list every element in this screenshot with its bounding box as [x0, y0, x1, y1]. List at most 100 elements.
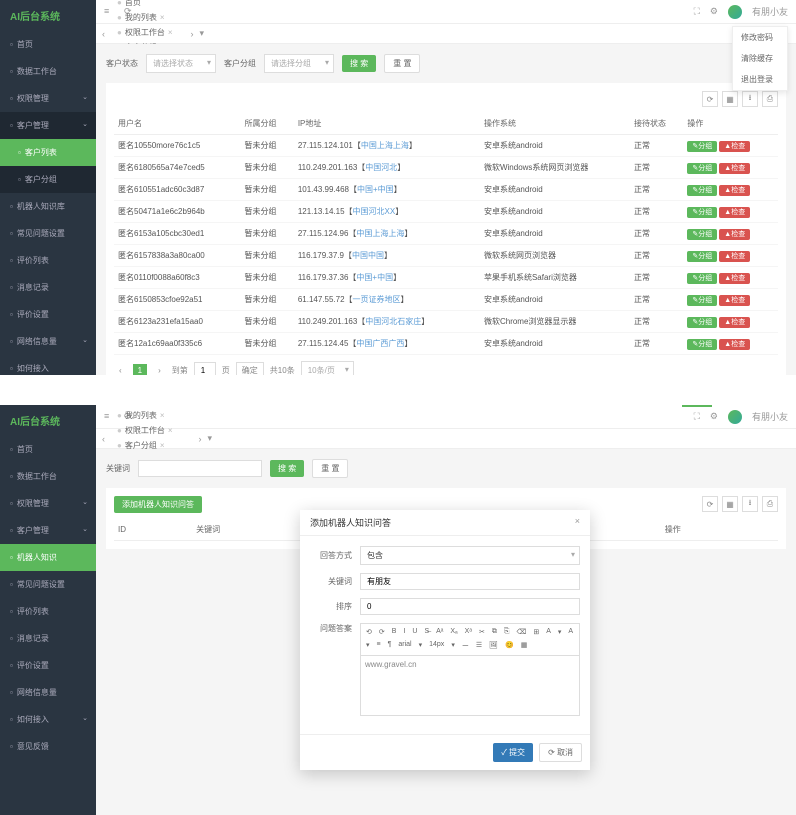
editor-tool-icon[interactable]: ⌫ — [514, 627, 528, 637]
tab[interactable]: ●我的列表 × — [111, 10, 179, 25]
check-button[interactable]: ▲检查 — [719, 185, 750, 196]
sidebar-item[interactable]: ▫客户管理⌄ — [0, 517, 96, 544]
search-button[interactable]: 搜 索 — [270, 460, 304, 477]
tab-next-icon[interactable]: › — [191, 29, 194, 39]
username[interactable]: 有朋小友 — [752, 410, 788, 423]
gear-icon[interactable]: ⚙ — [710, 6, 718, 17]
editor-tool-icon[interactable]: ▾ — [556, 627, 564, 637]
editor-tool-icon[interactable]: A — [544, 627, 553, 637]
tab-menu-icon[interactable]: ▾ — [208, 433, 213, 444]
tab-menu-icon[interactable]: ▾ — [200, 28, 205, 39]
ip-location-link[interactable]: 中国+中国 — [357, 185, 394, 194]
sidebar-item[interactable]: ▫评价列表 — [0, 247, 96, 274]
ip-location-link[interactable]: 中国上海上海 — [361, 141, 409, 150]
editor-tool-icon[interactable]: Xᵃ — [463, 627, 474, 637]
match-select[interactable]: 包含 — [360, 546, 580, 565]
sidebar-item[interactable]: ▫常见问题设置 — [0, 220, 96, 247]
sidebar-item[interactable]: ▫客户列表 — [0, 139, 96, 166]
group-button[interactable]: ✎分组 — [687, 339, 717, 350]
export-icon[interactable]: ⭳ — [742, 91, 758, 107]
submit-button[interactable]: ✓ 提交 — [493, 743, 533, 762]
tab-prev-icon[interactable]: ‹ — [102, 29, 105, 39]
username[interactable]: 有朋小友 — [752, 5, 788, 18]
editor-tool-icon[interactable]: ▾ — [449, 640, 457, 652]
dropdown-item[interactable]: 修改密码 — [733, 27, 787, 48]
editor-tool-icon[interactable]: ⊞ — [531, 627, 541, 637]
gear-icon[interactable]: ⚙ — [710, 411, 718, 422]
sidebar-item[interactable]: ▫数据工作台 — [0, 463, 96, 490]
group-select[interactable]: 请选择分组 — [264, 54, 334, 73]
close-icon[interactable]: × — [160, 13, 165, 22]
search-button[interactable]: 搜 索 — [342, 55, 376, 72]
print-icon[interactable]: ⎙ — [762, 91, 778, 107]
check-button[interactable]: ▲检查 — [719, 163, 750, 174]
editor-tool-icon[interactable]: S̶ — [422, 627, 431, 637]
tab-next-icon[interactable]: › — [199, 434, 202, 444]
page-next[interactable]: › — [153, 364, 166, 375]
close-icon[interactable]: × — [168, 426, 173, 435]
editor-tool-icon[interactable]: ー — [460, 640, 471, 652]
tab[interactable]: ●我的列表 × — [111, 408, 187, 423]
check-button[interactable]: ▲检查 — [719, 339, 750, 350]
editor-tool-icon[interactable]: ⟲ — [364, 627, 374, 637]
sidebar-item[interactable]: ▫机器人知识库 — [0, 193, 96, 220]
sort-field[interactable] — [360, 598, 580, 615]
sidebar-item[interactable]: ▫客户管理⌄ — [0, 112, 96, 139]
group-button[interactable]: ✎分组 — [687, 273, 717, 284]
sidebar-item[interactable]: ▫网络信息量 — [0, 679, 96, 706]
editor-tool-icon[interactable]: ⧉ — [490, 627, 499, 637]
check-button[interactable]: ▲检查 — [719, 207, 750, 218]
sidebar-item[interactable]: ▫评价设置 — [0, 301, 96, 328]
ip-location-link[interactable]: 中国中国 — [352, 251, 384, 260]
editor-tool-icon[interactable]: U — [410, 627, 419, 637]
editor-content[interactable]: www.gravel.cn — [360, 656, 580, 716]
expand-icon[interactable]: ⛶ — [694, 6, 700, 17]
editor-tool-icon[interactable]: ▾ — [417, 640, 425, 652]
editor-tool-icon[interactable]: arial — [396, 640, 413, 652]
group-button[interactable]: ✎分组 — [687, 207, 717, 218]
editor-tool-icon[interactable]: A — [566, 627, 575, 637]
editor-tool-icon[interactable]: ✂ — [477, 627, 487, 637]
editor-tool-icon[interactable]: I — [401, 627, 407, 637]
reset-button[interactable]: 重 置 — [312, 459, 348, 478]
avatar[interactable] — [728, 5, 742, 19]
group-button[interactable]: ✎分组 — [687, 251, 717, 262]
check-button[interactable]: ▲检查 — [719, 251, 750, 262]
sidebar-item[interactable]: ▫评价列表 — [0, 598, 96, 625]
group-button[interactable]: ✎分组 — [687, 229, 717, 240]
check-button[interactable]: ▲检查 — [719, 317, 750, 328]
status-select[interactable]: 请选择状态 — [146, 54, 216, 73]
sidebar-item[interactable]: ▫权限管理⌄ — [0, 490, 96, 517]
keyword-field[interactable] — [360, 573, 580, 590]
group-button[interactable]: ✎分组 — [687, 185, 717, 196]
tab[interactable]: ●权限工作台 × — [111, 25, 179, 40]
check-button[interactable]: ▲检查 — [719, 273, 750, 284]
expand-icon[interactable]: ⛶ — [694, 411, 700, 422]
close-icon[interactable]: × — [575, 516, 580, 529]
editor-tool-icon[interactable]: ¶ — [386, 640, 394, 652]
page-prev[interactable]: ‹ — [114, 364, 127, 375]
dropdown-item[interactable]: 退出登录 — [733, 69, 787, 90]
close-icon[interactable]: × — [168, 28, 173, 37]
keyword-input[interactable] — [138, 460, 262, 477]
dropdown-item[interactable]: 清除缓存 — [733, 48, 787, 69]
editor-tool-icon[interactable]: Aᵃ — [434, 627, 445, 637]
sidebar-item[interactable]: ▫消息记录 — [0, 274, 96, 301]
page-input[interactable] — [194, 362, 216, 375]
avatar[interactable] — [728, 410, 742, 424]
sidebar-item[interactable]: ▫常见问题设置 — [0, 571, 96, 598]
ip-location-link[interactable]: 中国上海上海 — [356, 229, 404, 238]
sidebar-item[interactable]: ▫机器人知识 — [0, 544, 96, 571]
sidebar-item[interactable]: ▫如何接入⌄ — [0, 706, 96, 733]
editor-tool-icon[interactable]: 🖼 — [487, 640, 500, 652]
ip-location-link[interactable]: 中国河北 — [365, 163, 397, 172]
page-go[interactable]: 确定 — [236, 362, 264, 375]
editor-tool-icon[interactable]: Xₐ — [448, 627, 459, 637]
group-button[interactable]: ✎分组 — [687, 295, 717, 306]
check-button[interactable]: ▲检查 — [719, 229, 750, 240]
sidebar-item[interactable]: ▫权限管理⌄ — [0, 85, 96, 112]
sidebar-item[interactable]: ▫首页 — [0, 436, 96, 463]
sidebar-item[interactable]: ▫评价设置 — [0, 652, 96, 679]
page-size-select[interactable]: 10条/页 — [301, 361, 354, 375]
ip-location-link[interactable]: 中国广西广西 — [356, 339, 404, 348]
